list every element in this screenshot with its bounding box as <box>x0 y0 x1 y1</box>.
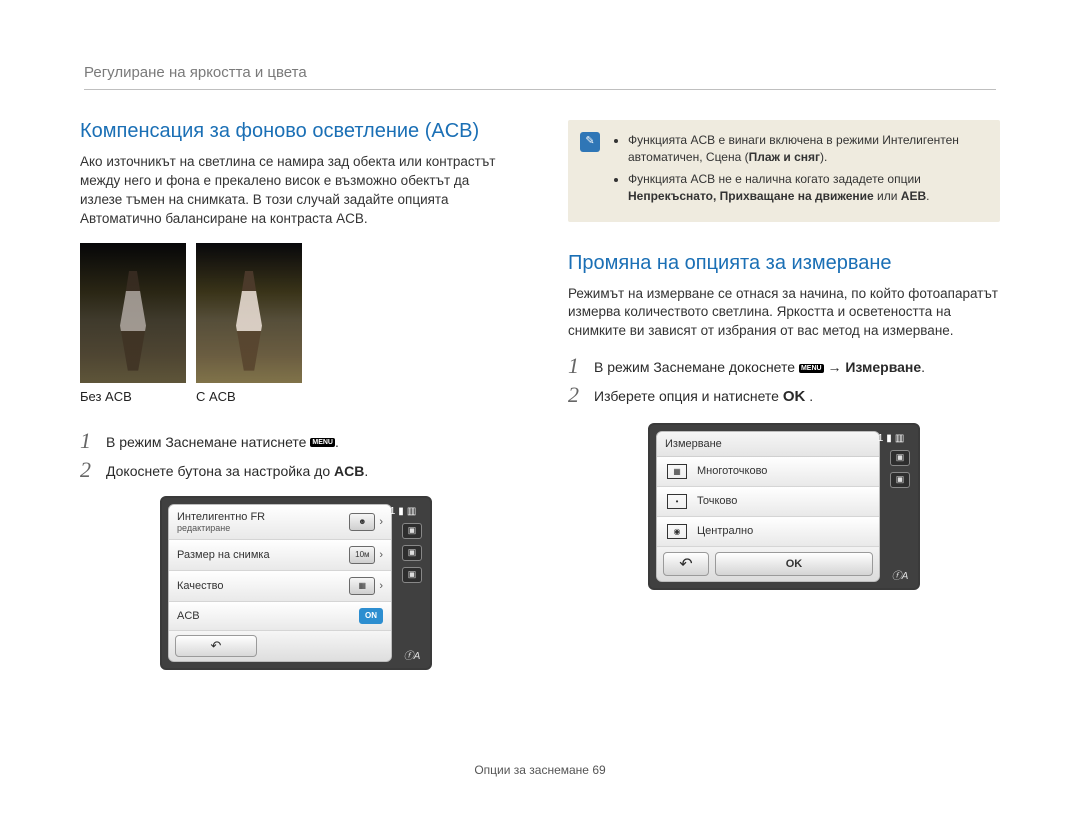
right-column: ✎ Функцията ACB е винаги включена в режи… <box>568 120 1000 670</box>
camera-ui-settings: Интелигентно FR редактиране ☻› Размер на… <box>160 496 432 670</box>
note-line-2: Функцията ACB не е налична когато зададе… <box>628 171 986 206</box>
settings-row-acb[interactable]: ACB ON <box>169 602 391 631</box>
footer-text: Опции за заснемане 69 <box>474 763 605 777</box>
acb-section-title: Компенсация за фоново осветление (ACB) <box>80 120 512 143</box>
caption-with-acb: С ACB <box>196 389 302 404</box>
metering-option-center[interactable]: ◉ Централно <box>657 517 879 547</box>
camera-ui-wrap: Измерване ▦ Многоточково • Точково ◉ Цен… <box>568 423 1000 590</box>
scroll-mid-button[interactable]: ▣ <box>402 545 422 561</box>
multi-metering-icon: ▦ <box>667 464 687 479</box>
chevron-right-icon: › <box>379 549 383 561</box>
scroll-down-button[interactable]: ▣ <box>402 567 422 583</box>
note-info-icon: ✎ <box>580 132 600 152</box>
step-text: Изберете опция и натиснете OK . <box>594 384 813 409</box>
caption-without-acb: Без ACB <box>80 389 186 404</box>
back-arrow-icon: ↶ <box>211 638 222 654</box>
side-button[interactable]: ▣ <box>890 472 910 488</box>
note-box: ✎ Функцията ACB е винаги включена в режи… <box>568 120 1000 222</box>
settings-row-size[interactable]: Размер на снимка 10м› <box>169 540 391 571</box>
meter-step-2: 2 Изберете опция и натиснете OK . <box>568 384 1000 409</box>
back-button[interactable]: ↶ <box>175 635 257 657</box>
acb-step-1: 1 В режим Заснемане натиснете MENU. <box>80 430 512 453</box>
spot-metering-icon: • <box>667 494 687 509</box>
size-icon: 10м <box>349 546 375 564</box>
battery-icon: ▥ <box>407 506 416 517</box>
left-column: Компенсация за фоново осветление (ACB) А… <box>80 120 512 670</box>
photo-without-acb <box>80 243 186 383</box>
columns: Компенсация за фоново осветление (ACB) А… <box>80 120 1000 670</box>
header-title: Регулиране на яркостта и цвета <box>84 64 307 81</box>
sd-card-icon: ▮ <box>886 433 892 444</box>
battery-icon: ▥ <box>895 433 904 444</box>
camera-ui-wrap: Интелигентно FR редактиране ☻› Размер на… <box>80 496 512 670</box>
settings-row-quality[interactable]: Качество ▦› <box>169 571 391 602</box>
status-bar: 1 ▮ ▥ <box>878 433 905 444</box>
page-indicator: 1 <box>878 433 884 444</box>
acb-body-text: Ако източникът на светлина се намира зад… <box>80 153 512 229</box>
chevron-right-icon: › <box>379 580 383 592</box>
step-number: 1 <box>568 355 586 377</box>
step-number: 2 <box>80 459 98 481</box>
camera-ui-metering: Измерване ▦ Многоточково • Точково ◉ Цен… <box>648 423 920 590</box>
meter-step-1: 1 В режим Заснемане докоснете MENU → Изм… <box>568 355 1000 378</box>
page-indicator: 1 <box>390 506 396 517</box>
metering-title: Измерване <box>657 432 879 457</box>
flash-indicator: ⓕA <box>404 647 421 662</box>
scroll-up-button[interactable]: ▣ <box>402 523 422 539</box>
ok-bar: ↶ OK <box>657 547 879 581</box>
flash-indicator: ⓕA <box>892 567 909 582</box>
step-number: 2 <box>568 384 586 406</box>
metering-option-spot[interactable]: • Точково <box>657 487 879 517</box>
ok-button[interactable]: OK <box>715 552 873 576</box>
camera-settings-list: Интелигентно FR редактиране ☻› Размер на… <box>168 504 392 662</box>
back-arrow-icon: ↶ <box>679 554 692 574</box>
acb-on-chip: ON <box>359 608 383 624</box>
metering-section-title: Промяна на опцията за измерване <box>568 252 1000 275</box>
center-metering-icon: ◉ <box>667 524 687 539</box>
quality-icon: ▦ <box>349 577 375 595</box>
step-text: Докоснете бутона за настройка до ACB. <box>106 459 368 482</box>
camera-side-panel: 1 ▮ ▥ ▣ ▣ ▣ ⓕA <box>400 504 424 662</box>
chevron-right-icon: › <box>379 516 383 528</box>
back-row: ↶ <box>169 631 391 661</box>
document-page: Регулиране на яркостта и цвета Компенсац… <box>0 0 1080 815</box>
acb-step-2: 2 Докоснете бутона за настройка до ACB. <box>80 459 512 482</box>
side-button[interactable]: ▣ <box>890 450 910 466</box>
metering-option-multi[interactable]: ▦ Многоточково <box>657 457 879 487</box>
page-header: Регулиране на яркостта и цвета <box>84 64 996 90</box>
photo-with-acb <box>196 243 302 383</box>
metering-list: Измерване ▦ Многоточково • Точково ◉ Цен… <box>656 431 880 582</box>
metering-body-text: Режимът на измерване се отнася за начина… <box>568 285 1000 342</box>
sample-photo-row <box>80 243 512 383</box>
status-bar: 1 ▮ ▥ <box>390 506 417 517</box>
ok-icon: OK <box>783 386 806 409</box>
menu-icon: MENU <box>799 364 824 373</box>
face-icon: ☻ <box>349 513 375 531</box>
back-button[interactable]: ↶ <box>663 552 709 576</box>
step-number: 1 <box>80 430 98 452</box>
step-text: В режим Заснемане докоснете MENU → Измер… <box>594 355 925 378</box>
settings-row-smartfr[interactable]: Интелигентно FR редактиране ☻› <box>169 505 391 540</box>
step-text: В режим Заснемане натиснете MENU. <box>106 430 339 453</box>
menu-icon: MENU <box>310 438 335 447</box>
sd-card-icon: ▮ <box>398 506 404 517</box>
caption-row: Без ACB С ACB <box>80 389 512 404</box>
page-footer: Опции за заснемане 69 <box>0 763 1080 777</box>
camera-side-panel: 1 ▮ ▥ ▣ ▣ ⓕA <box>888 431 912 582</box>
note-line-1: Функцията ACB е винаги включена в режими… <box>628 132 986 167</box>
